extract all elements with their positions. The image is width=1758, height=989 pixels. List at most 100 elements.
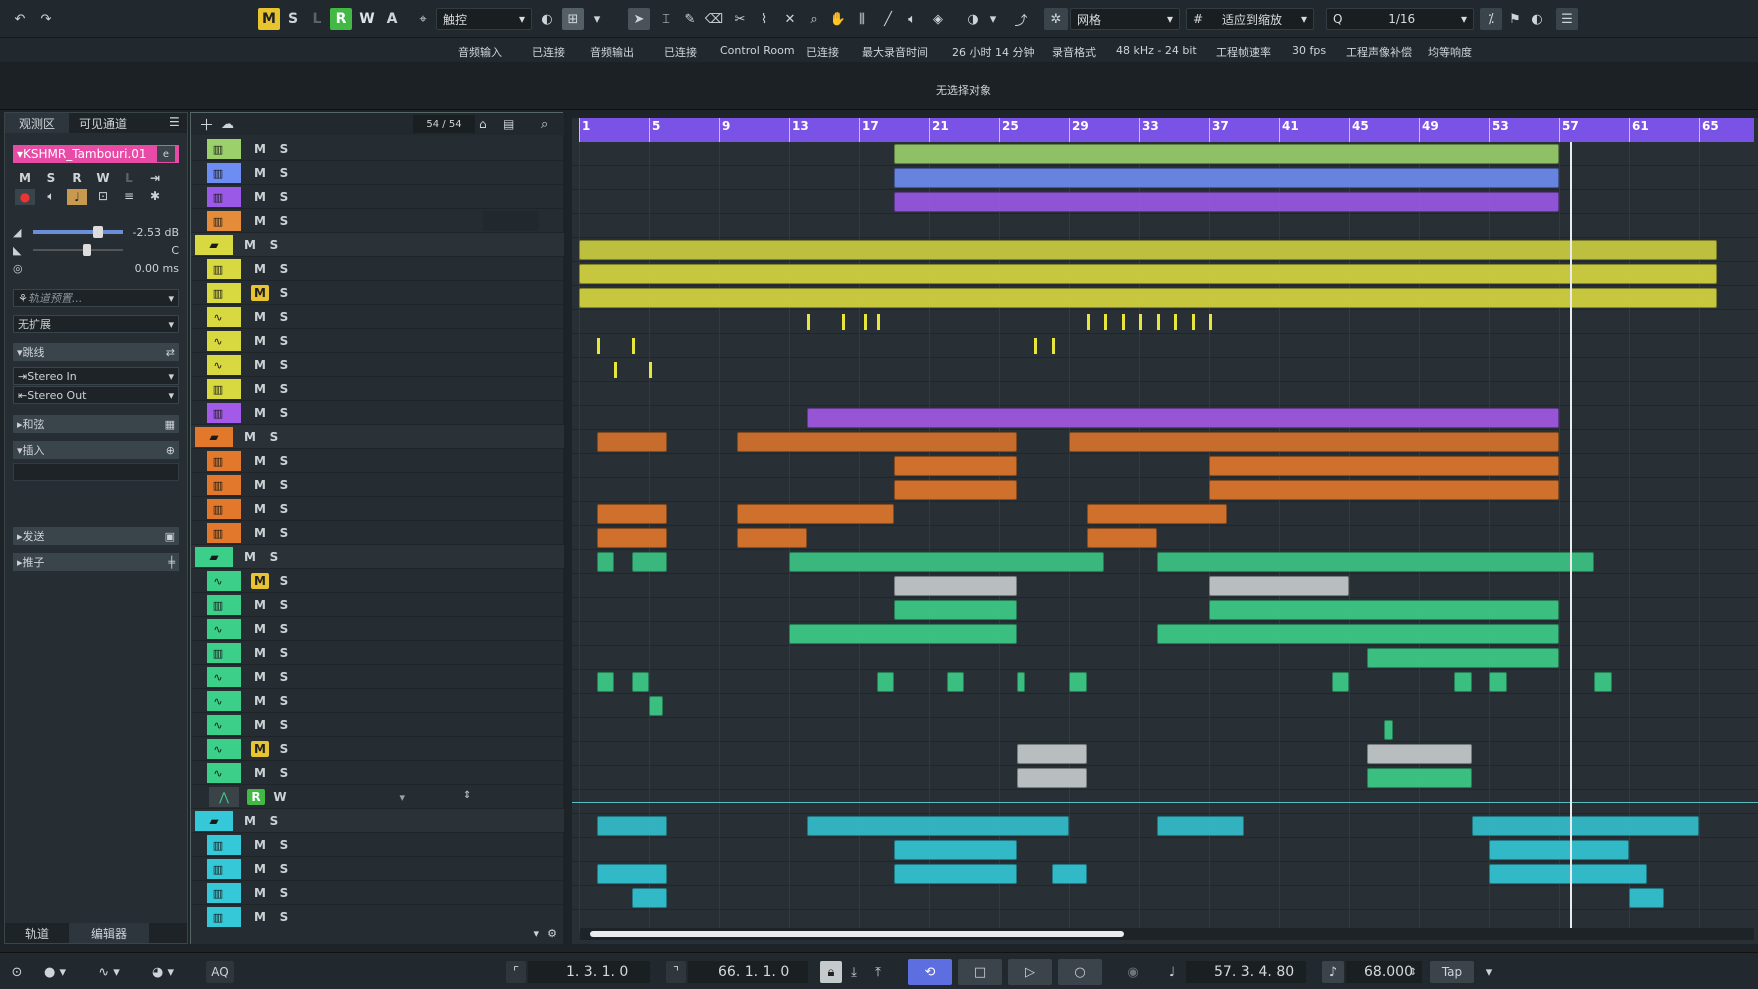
solo-button[interactable]: S	[275, 717, 293, 733]
event-clip[interactable]	[946, 672, 964, 692]
mute-button[interactable]: M	[251, 885, 269, 901]
pan-slider[interactable]	[33, 244, 123, 256]
mute-button[interactable]: M	[251, 141, 269, 157]
record-enable-icon[interactable]: ●	[15, 189, 35, 205]
event-clip[interactable]	[1471, 816, 1699, 836]
mute-button[interactable]: M	[251, 669, 269, 685]
drum-hit[interactable]	[1174, 314, 1177, 330]
record-icon[interactable]: ○	[1058, 959, 1102, 985]
track-row[interactable]: ▥ M S	[191, 209, 564, 233]
mute-button[interactable]: M	[251, 261, 269, 277]
edit-icon[interactable]: ◐	[1528, 8, 1546, 30]
mute-button[interactable]: M	[251, 405, 269, 421]
event-clip[interactable]	[1016, 744, 1087, 764]
event-clip[interactable]	[894, 864, 1017, 884]
select-tool-icon[interactable]: ➤	[628, 8, 650, 30]
event-clip[interactable]	[1156, 552, 1594, 572]
tab-visible-channels[interactable]: 可见通道	[79, 115, 127, 132]
menu-icon[interactable]: ☰	[169, 115, 180, 129]
event-clip[interactable]	[789, 624, 1017, 644]
ruler-bar-number[interactable]: 9	[722, 119, 730, 133]
track-row[interactable]: ▰ M S	[191, 233, 564, 257]
mode-s-button[interactable]: S	[282, 8, 304, 30]
drum-hit[interactable]	[841, 314, 845, 330]
cycle-mode-icon[interactable]: ◕ ▾	[146, 961, 180, 983]
pencil-icon[interactable]: ✎	[680, 8, 700, 30]
track-row[interactable]: ▥ M S	[191, 281, 564, 305]
event-clip[interactable]	[894, 192, 1559, 212]
track-row[interactable]: ▥ M S	[191, 881, 564, 905]
solo-button[interactable]: S	[275, 357, 293, 373]
record-mode-icon[interactable]: ● ▾	[38, 961, 72, 983]
window-layout-icon[interactable]: ☰	[1556, 8, 1578, 30]
flag-icon[interactable]: ⚑	[1506, 8, 1524, 30]
track-name-header[interactable]: ▾ KSHMR_Tambouri.01	[13, 145, 179, 163]
mute-button[interactable]: M	[241, 237, 259, 253]
auto-scroll-icon[interactable]: ◑	[962, 8, 984, 30]
redo-icon[interactable]: ↷	[36, 8, 56, 30]
drum-hit[interactable]	[1121, 314, 1125, 330]
solo-button[interactable]: S	[275, 189, 293, 205]
monitor-speaker-icon[interactable]: 🔈︎	[41, 189, 61, 205]
horizontal-scrollbar[interactable]	[580, 928, 1754, 940]
scrollbar-thumb[interactable]	[590, 931, 1124, 937]
event-clip[interactable]	[894, 576, 1017, 596]
event-clip[interactable]	[1209, 576, 1349, 596]
mute-button[interactable]: M	[251, 357, 269, 373]
settings-icon[interactable]: ⚙	[547, 927, 557, 940]
event-clip[interactable]	[876, 672, 894, 692]
event-clip[interactable]	[631, 552, 667, 572]
track-row[interactable]: ∿ M S	[191, 713, 564, 737]
ruler-bar-number[interactable]: 65	[1702, 119, 1719, 133]
ruler-bar-number[interactable]: 33	[1142, 119, 1159, 133]
folder-icon[interactable]: ▰	[195, 547, 233, 567]
curve-icon[interactable]: ⤴	[1010, 8, 1032, 30]
mute-button[interactable]: M	[251, 501, 269, 517]
iterative-quantize-icon[interactable]: ⁒	[1480, 8, 1502, 30]
solo-button[interactable]: S	[275, 477, 293, 493]
freeze-icon[interactable]: ✱	[145, 189, 165, 205]
event-clip[interactable]	[1016, 672, 1026, 692]
sync-icon[interactable]: ◉	[1120, 961, 1146, 983]
track-row[interactable]: ▥ M S	[191, 185, 564, 209]
solo-button[interactable]: S	[275, 333, 293, 349]
mute-button[interactable]: M	[251, 189, 269, 205]
solo-button[interactable]: S	[275, 309, 293, 325]
volume-thumb[interactable]	[93, 226, 103, 238]
event-clip[interactable]	[596, 816, 667, 836]
mute-button[interactable]: M	[251, 525, 269, 541]
mode-a-button[interactable]: A	[381, 8, 403, 30]
quantize-mode-dropdown[interactable]: # 适应到缩放 ▾	[1186, 8, 1314, 30]
track-row[interactable]: ▥ M S	[191, 449, 564, 473]
mute-button[interactable]: M	[251, 309, 269, 325]
mute-button[interactable]: M	[251, 837, 269, 853]
event-clip[interactable]	[1209, 456, 1559, 476]
right-locator-value[interactable]: 66. 1. 1. 0	[688, 961, 808, 983]
drum-hit[interactable]	[1156, 314, 1160, 330]
event-clip[interactable]	[596, 432, 667, 452]
read-button[interactable]: R	[247, 789, 265, 805]
chevron-down-icon[interactable]: ▾	[986, 8, 1000, 30]
input-routing-dropdown[interactable]: ⇥ Stereo In ▾	[13, 367, 179, 385]
event-clip[interactable]	[649, 696, 663, 716]
event-clip[interactable]	[736, 528, 807, 548]
drum-hit[interactable]	[1191, 314, 1195, 330]
automation-icon[interactable]: ⋀	[209, 787, 239, 807]
timeline-ruler[interactable]: 1 5 9 13 17 21 25 29 33 37 41 45 49 53 57 61 65	[579, 118, 1754, 142]
drum-hit[interactable]	[631, 338, 635, 354]
solo-button[interactable]: S	[265, 429, 283, 445]
mute-button[interactable]: M	[251, 621, 269, 637]
solo-button[interactable]: S	[275, 381, 293, 397]
mute-button[interactable]: M	[251, 597, 269, 613]
output-routing-dropdown[interactable]: ⇤ Stereo Out ▾	[13, 386, 179, 404]
event-clip[interactable]	[596, 552, 614, 572]
track-row[interactable]: ⋀ R W ▾ ⇕	[191, 785, 564, 809]
event-clip[interactable]	[894, 480, 1017, 500]
mute-button[interactable]: M	[251, 741, 269, 757]
mute-button[interactable]: M	[251, 573, 269, 589]
edit-instrument-icon[interactable]: e	[157, 146, 175, 162]
mute-button[interactable]: M	[251, 453, 269, 469]
line-tool-icon[interactable]: ╱	[878, 8, 898, 30]
event-clip[interactable]	[1489, 840, 1629, 860]
playback-cursor[interactable]	[1569, 142, 1572, 932]
